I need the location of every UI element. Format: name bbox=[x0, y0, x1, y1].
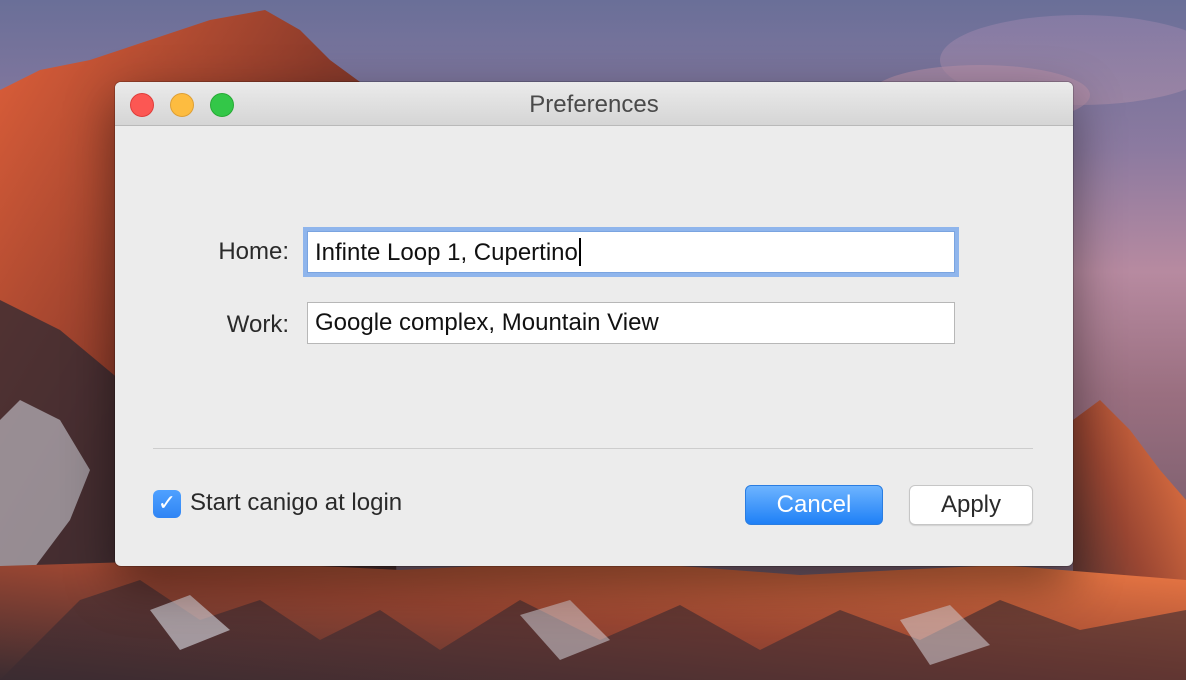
cancel-button[interactable]: Cancel bbox=[745, 485, 883, 525]
home-address-value: Infinte Loop 1, Cupertino bbox=[315, 239, 578, 266]
separator bbox=[153, 448, 1033, 449]
preferences-window: Preferences Home: Infinte Loop 1, Cupert… bbox=[115, 82, 1073, 566]
work-label: Work: bbox=[226, 311, 289, 338]
start-at-login-checkbox[interactable]: ✓ bbox=[153, 490, 181, 518]
home-label: Home: bbox=[218, 238, 289, 265]
work-address-value: Google complex, Mountain View bbox=[315, 309, 659, 336]
window-title: Preferences bbox=[529, 91, 659, 118]
desktop: Preferences Home: Infinte Loop 1, Cupert… bbox=[0, 0, 1186, 680]
home-address-field[interactable]: Infinte Loop 1, Cupertino bbox=[307, 231, 955, 273]
apply-button[interactable]: Apply bbox=[909, 485, 1033, 525]
work-address-field[interactable]: Google complex, Mountain View bbox=[307, 302, 955, 344]
start-at-login-label[interactable]: Start canigo at login bbox=[190, 489, 402, 517]
title-bar[interactable]: Preferences bbox=[115, 82, 1073, 126]
checkmark-icon: ✓ bbox=[157, 491, 177, 516]
text-cursor bbox=[578, 238, 581, 266]
